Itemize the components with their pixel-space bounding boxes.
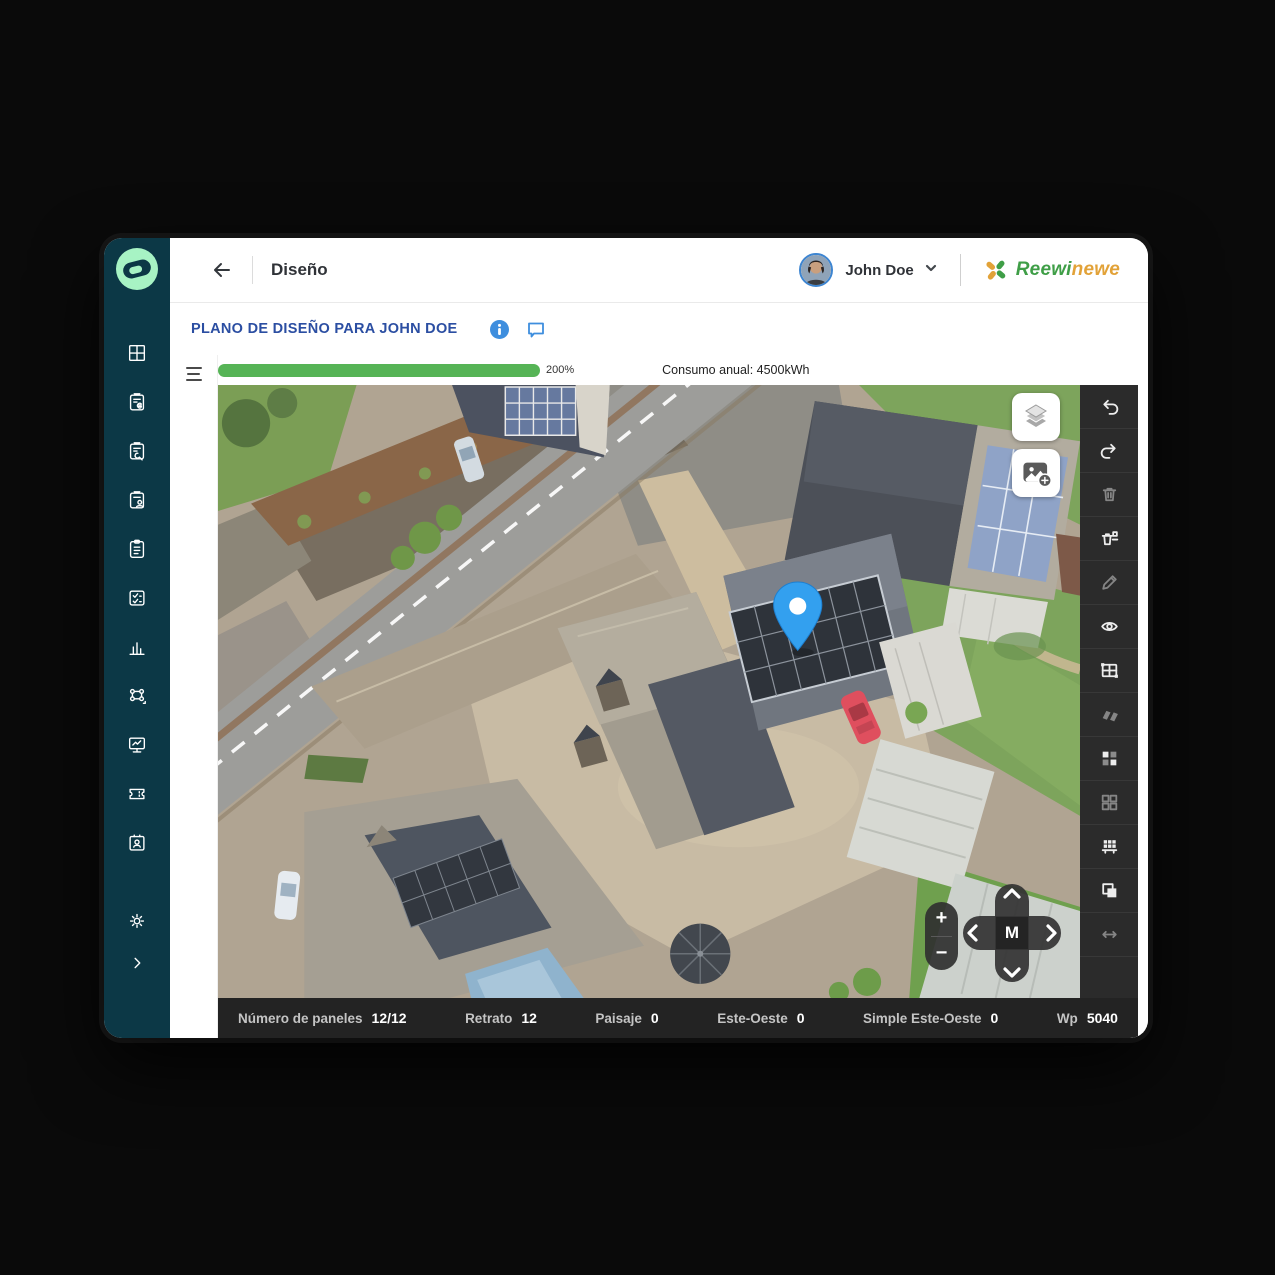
add-image-icon	[1019, 456, 1053, 490]
design-toolbar	[1080, 385, 1138, 998]
redo-button[interactable]	[1080, 429, 1138, 473]
layers-icon	[1020, 401, 1052, 433]
add-image-button[interactable]	[1012, 449, 1060, 497]
progress-row: 200% Consumo anual: 4500kWh	[218, 355, 1138, 385]
info-icon[interactable]	[490, 320, 509, 339]
progress-percent: 200%	[546, 364, 574, 376]
status-landscape: Paisaje0	[595, 1010, 658, 1026]
subheader: PLANO DE DISEÑO PARA JOHN DOE	[170, 303, 1148, 355]
zoom-in-button[interactable]: +	[925, 902, 958, 936]
map-pan-control: M	[962, 883, 1062, 983]
brand-name: Reewinewe	[1016, 259, 1120, 281]
sidebar-item-document-euro-icon[interactable]	[126, 391, 148, 413]
horizontal-resize-icon	[1099, 924, 1120, 945]
header-divider-2	[960, 254, 961, 286]
undo-icon	[1099, 396, 1120, 417]
settings-gear-icon[interactable]	[126, 910, 148, 932]
status-wp: Wp5040	[1057, 1010, 1118, 1026]
sidebar-item-ticket-icon[interactable]	[126, 783, 148, 805]
annual-consumption: Consumo anual: 4500kWh	[662, 363, 809, 377]
progress-bar	[218, 364, 540, 377]
trash-clear-icon	[1099, 528, 1120, 549]
panel-slant-button[interactable]	[1080, 693, 1138, 737]
sidebar-item-monitor-chart-icon[interactable]	[126, 734, 148, 756]
panel-slant-icon	[1099, 704, 1120, 725]
patio-umbrella	[670, 924, 730, 984]
eye-icon	[1099, 616, 1120, 637]
sidebar-item-contact-card-icon[interactable]	[126, 832, 148, 854]
sidebar-item-clipboard-icon[interactable]	[126, 538, 148, 560]
squares-filled-button[interactable]	[1080, 737, 1138, 781]
solar-array-top	[505, 387, 575, 435]
status-east-west: Este-Oeste0	[717, 1010, 804, 1026]
menu-hamburger-icon[interactable]	[186, 367, 202, 381]
panel-table-icon	[1099, 836, 1120, 857]
right-gutter	[1138, 355, 1148, 1038]
map-layers-button[interactable]	[1012, 393, 1060, 441]
edit-button[interactable]	[1080, 561, 1138, 605]
sidebar-item-checklist-icon[interactable]	[126, 587, 148, 609]
panel-status-bar: Número de paneles12/12 Retrato12 Paisaje…	[218, 998, 1138, 1038]
app-window: Diseño John Doe	[104, 238, 1148, 1038]
user-avatar[interactable]	[799, 253, 833, 287]
status-total-panels: Número de paneles12/12	[238, 1010, 407, 1026]
sidebar	[104, 238, 170, 1038]
user-name[interactable]: John Doe	[845, 262, 913, 279]
page-title: Diseño	[271, 260, 328, 280]
trash-icon	[1099, 484, 1120, 505]
sidebar-item-document-wrench-icon[interactable]	[126, 440, 148, 462]
panel-grid-icon	[1099, 660, 1120, 681]
horizontal-resize-button[interactable]	[1080, 913, 1138, 957]
undo-button[interactable]	[1080, 385, 1138, 429]
panel-table-button[interactable]	[1080, 825, 1138, 869]
expand-chevron-icon[interactable]	[126, 952, 148, 974]
status-simple-east-west: Simple Este-Oeste0	[863, 1010, 998, 1026]
pencil-icon	[1099, 572, 1120, 593]
sidebar-nav	[126, 342, 148, 854]
chevron-down-icon[interactable]	[924, 261, 938, 280]
left-gutter	[170, 355, 218, 1038]
brand-clover-icon	[983, 257, 1009, 283]
header-divider	[252, 256, 253, 284]
pan-center-button[interactable]: M	[1005, 923, 1019, 943]
delete-button[interactable]	[1080, 473, 1138, 517]
plan-title: PLANO DE DISEÑO PARA JOHN DOE	[191, 321, 458, 337]
app-logo[interactable]	[116, 248, 158, 290]
visibility-button[interactable]	[1080, 605, 1138, 649]
squares-outline-button[interactable]	[1080, 781, 1138, 825]
zoom-out-button[interactable]: −	[925, 937, 958, 971]
sidebar-item-bar-chart-icon[interactable]	[126, 636, 148, 658]
redo-icon	[1099, 440, 1120, 461]
map-zoom-control: + −	[925, 902, 958, 970]
panel-grid-button[interactable]	[1080, 649, 1138, 693]
duplicate-icon	[1099, 880, 1120, 901]
brand-logo: Reewinewe	[983, 257, 1120, 283]
sidebar-item-document-person-icon[interactable]	[126, 489, 148, 511]
delete-all-button[interactable]	[1080, 517, 1138, 561]
squares-filled-icon	[1099, 748, 1120, 769]
sidebar-item-design-polygon-icon[interactable]	[126, 685, 148, 707]
header: Diseño John Doe	[170, 238, 1148, 303]
comment-icon[interactable]	[526, 319, 546, 339]
back-button[interactable]	[210, 258, 234, 282]
squares-outline-icon	[1099, 792, 1120, 813]
sidebar-item-dashboard-icon[interactable]	[126, 342, 148, 364]
duplicate-button[interactable]	[1080, 869, 1138, 913]
sidebar-bottom	[126, 910, 148, 974]
map-satellite-view[interactable]: + −	[218, 385, 1080, 998]
status-portrait: Retrato12	[465, 1010, 537, 1026]
